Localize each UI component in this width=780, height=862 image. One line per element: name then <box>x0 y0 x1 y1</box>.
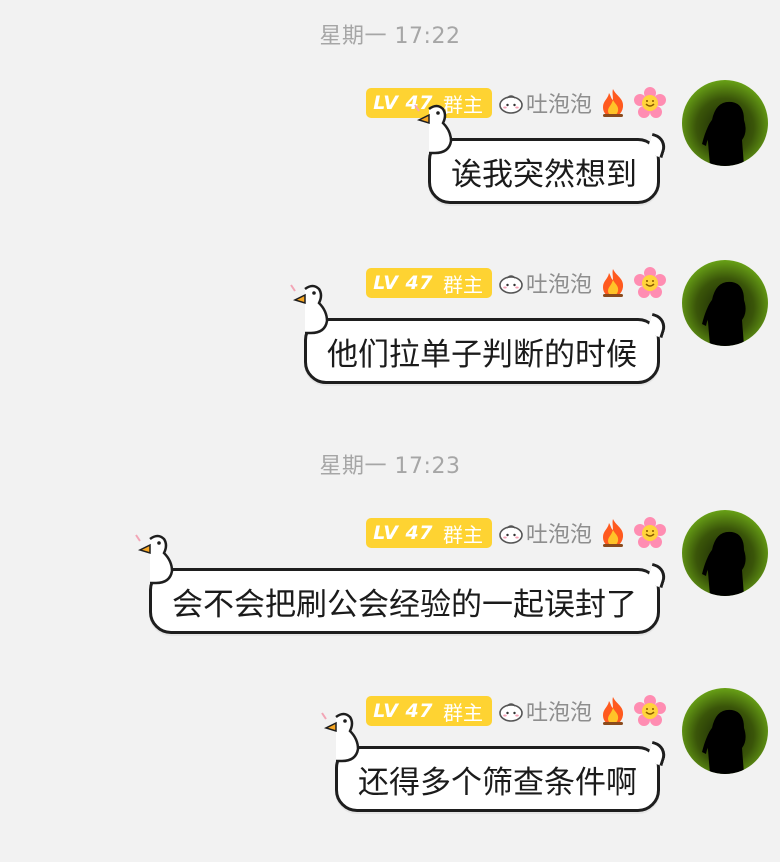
message-text: 会不会把刷公会经验的一起误封了 <box>172 586 637 623</box>
message-bubble-wrap: 会不会把刷公会经验的一起误封了 <box>135 534 660 634</box>
goose-icon <box>135 534 174 585</box>
fire-icon[interactable] <box>598 517 628 549</box>
role-label: 群主 <box>442 522 483 547</box>
message-row: LV 47 群主 吐泡泡 诶我突然想到 <box>0 80 780 250</box>
nickname-text: 吐泡泡 <box>525 93 592 118</box>
message-text: 还得多个筛查条件啊 <box>358 764 637 801</box>
sender-nickname[interactable]: 吐泡泡 <box>498 267 592 299</box>
bun-icon <box>498 271 524 295</box>
flower-icon[interactable] <box>634 695 666 727</box>
timestamp-1: 星期一 17:22 <box>319 24 461 49</box>
bun-icon <box>498 521 524 545</box>
bun-icon <box>498 91 524 115</box>
role-label: 群主 <box>442 272 483 297</box>
message-row: LV 47 群主 吐泡泡 还得多个筛查条件啊 <box>0 688 780 858</box>
sender-nickname[interactable]: 吐泡泡 <box>498 87 592 119</box>
level-label: LV 47 <box>373 700 433 722</box>
goose-icon <box>414 104 453 155</box>
fire-icon[interactable] <box>598 267 628 299</box>
sender-meta: LV 47 群主 吐泡泡 <box>366 516 666 550</box>
message-bubble[interactable]: 会不会把刷公会经验的一起误封了 <box>135 534 660 634</box>
sender-nickname[interactable]: 吐泡泡 <box>498 517 592 549</box>
avatar[interactable] <box>682 260 768 346</box>
message-bubble[interactable]: 他们拉单子判断的时候 <box>290 284 660 384</box>
message-bubble-wrap: 还得多个筛查条件啊 <box>321 712 660 812</box>
nickname-text: 吐泡泡 <box>525 701 592 726</box>
message-row: LV 47 群主 吐泡泡 会不会把刷公会经验的一起误封了 <box>0 510 780 680</box>
timestamp-2: 星期一 17:23 <box>319 454 461 479</box>
nickname-text: 吐泡泡 <box>525 523 592 548</box>
message-text: 诶我突然想到 <box>451 156 637 193</box>
message-bubble-wrap: 他们拉单子判断的时候 <box>290 284 660 384</box>
role-label: 群主 <box>442 700 483 725</box>
message-bubble[interactable]: 诶我突然想到 <box>414 104 660 204</box>
goose-icon <box>290 284 329 335</box>
goose-icon <box>321 712 360 763</box>
fire-icon[interactable] <box>598 695 628 727</box>
message-bubble[interactable]: 还得多个筛查条件啊 <box>321 712 660 812</box>
level-label: LV 47 <box>373 522 433 544</box>
sender-meta: LV 47 群主 吐泡泡 <box>366 266 666 300</box>
flower-icon[interactable] <box>634 517 666 549</box>
bun-icon <box>498 699 524 723</box>
level-badge[interactable]: LV 47 群主 <box>366 518 492 548</box>
avatar[interactable] <box>682 510 768 596</box>
sender-nickname[interactable]: 吐泡泡 <box>498 695 592 727</box>
avatar[interactable] <box>682 688 768 774</box>
flower-icon[interactable] <box>634 87 666 119</box>
nickname-text: 吐泡泡 <box>525 273 592 298</box>
sender-meta: LV 47 群主 吐泡泡 <box>366 694 666 728</box>
level-label: LV 47 <box>373 272 433 294</box>
message-row: LV 47 群主 吐泡泡 他们拉单子判断的时候 <box>0 260 780 430</box>
message-bubble-wrap: 诶我突然想到 <box>414 104 660 204</box>
level-badge[interactable]: LV 47 群主 <box>366 696 492 726</box>
message-text: 他们拉单子判断的时候 <box>327 336 637 373</box>
avatar[interactable] <box>682 80 768 166</box>
fire-icon[interactable] <box>598 87 628 119</box>
level-badge[interactable]: LV 47 群主 <box>366 268 492 298</box>
flower-icon[interactable] <box>634 267 666 299</box>
